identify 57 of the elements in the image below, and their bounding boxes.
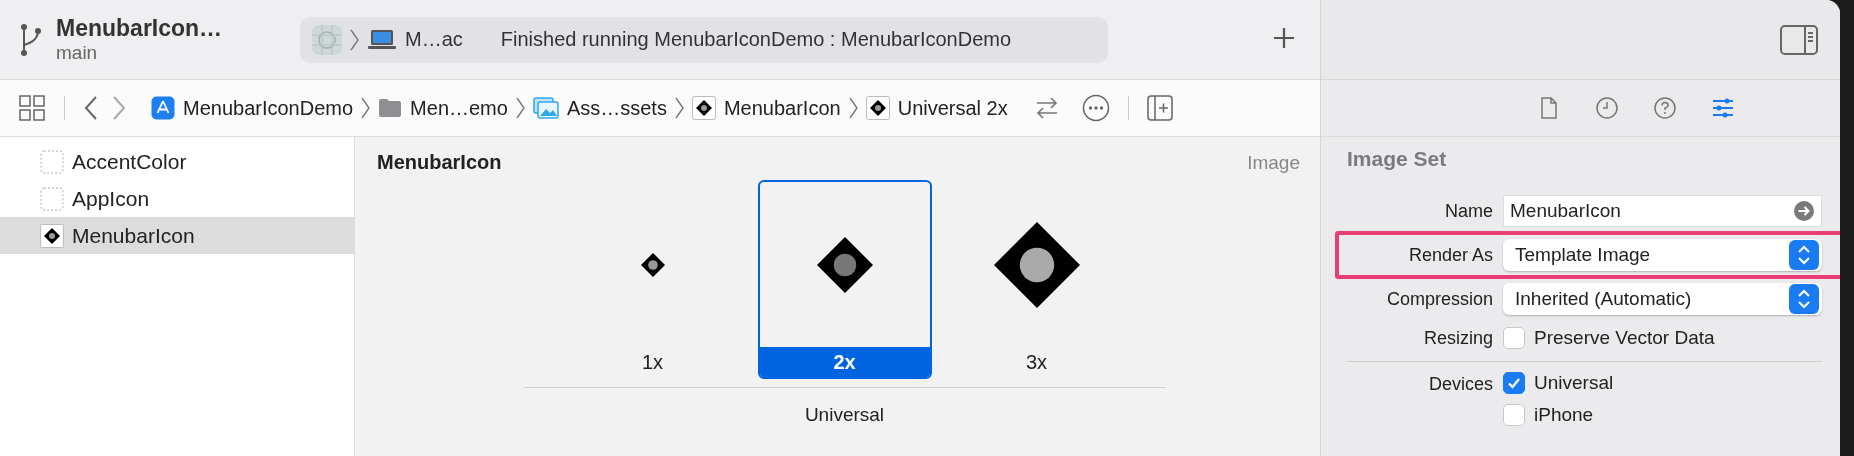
chevron-icon xyxy=(515,97,525,119)
folder-icon xyxy=(378,98,403,118)
add-editor-icon[interactable] xyxy=(1144,93,1175,123)
popup-button[interactable]: Inherited (Automatic) xyxy=(1503,283,1822,315)
checkbox-label: Universal xyxy=(1534,372,1614,394)
type-label: Image xyxy=(1247,151,1300,174)
diamond-image xyxy=(816,236,873,293)
field-label: Compression xyxy=(1385,288,1493,310)
breadcrumb-item[interactable]: MenubarIcon xyxy=(723,96,841,120)
dashed-square-icon xyxy=(40,149,64,174)
group-label: Universal xyxy=(804,404,885,426)
breadcrumb-item[interactable]: Men…emo xyxy=(410,96,508,120)
checkbox-label: iPhone xyxy=(1534,404,1594,426)
asset-item[interactable]: AccentColor xyxy=(0,143,354,180)
dashed-square-icon xyxy=(40,186,64,211)
chevron-icon xyxy=(848,97,858,119)
checkbox-label: Preserve Vector Data xyxy=(1534,327,1715,349)
checkbox[interactable] xyxy=(1503,404,1525,426)
field-label: Devices xyxy=(1427,373,1493,395)
asset-item[interactable]: MenubarIcon xyxy=(0,217,354,254)
checkbox[interactable] xyxy=(1503,327,1525,349)
app-store-icon xyxy=(151,96,175,120)
inspector-toggle-icon[interactable] xyxy=(1778,22,1820,57)
field-label: Name xyxy=(1444,200,1493,222)
image-thumbnail-icon xyxy=(40,223,64,248)
name-field[interactable]: MenubarIcon xyxy=(1503,195,1822,227)
chevron-icon xyxy=(350,28,359,51)
checkbox[interactable] xyxy=(1503,372,1525,394)
breadcrumb-item[interactable]: Ass…ssets xyxy=(566,96,667,120)
chevron-icon xyxy=(361,97,371,119)
project-title: MenubarIcon… xyxy=(56,15,224,42)
section-title: Image Set xyxy=(1347,147,1448,171)
laptop-icon xyxy=(367,28,397,51)
asset-item[interactable]: AppIcon xyxy=(0,180,354,217)
app-icon xyxy=(312,24,342,55)
branch-icon xyxy=(20,22,42,57)
image-set-title: MenubarIcon xyxy=(377,151,502,174)
stepper-icon xyxy=(1789,284,1819,314)
diamond-image xyxy=(640,252,665,277)
image-slot[interactable]: 2x xyxy=(757,180,932,379)
image-slot[interactable]: 1x xyxy=(565,180,740,379)
image-thumbnail-icon xyxy=(691,96,716,120)
plus-icon xyxy=(1272,26,1296,50)
branch-name: main xyxy=(56,42,99,64)
related-items-icon[interactable] xyxy=(16,92,48,124)
stepper-icon xyxy=(1789,240,1819,270)
breadcrumb-item[interactable]: Universal 2x xyxy=(897,96,1008,120)
run-destination: M…ac xyxy=(405,28,463,51)
image-slot[interactable]: 3x xyxy=(949,180,1124,379)
chevron-icon xyxy=(674,97,684,119)
breadcrumb-item[interactable]: MenubarIconDemo xyxy=(183,96,354,120)
field-label: Resizing xyxy=(1422,327,1493,349)
field-label: Render As xyxy=(1407,244,1493,266)
status-text: Finished running MenubarIconDemo : MenubarIconDemo xyxy=(500,28,1012,51)
popup-button[interactable]: Template Image xyxy=(1503,239,1822,271)
photos-icon xyxy=(532,97,559,119)
image-thumbnail-icon xyxy=(865,96,890,120)
